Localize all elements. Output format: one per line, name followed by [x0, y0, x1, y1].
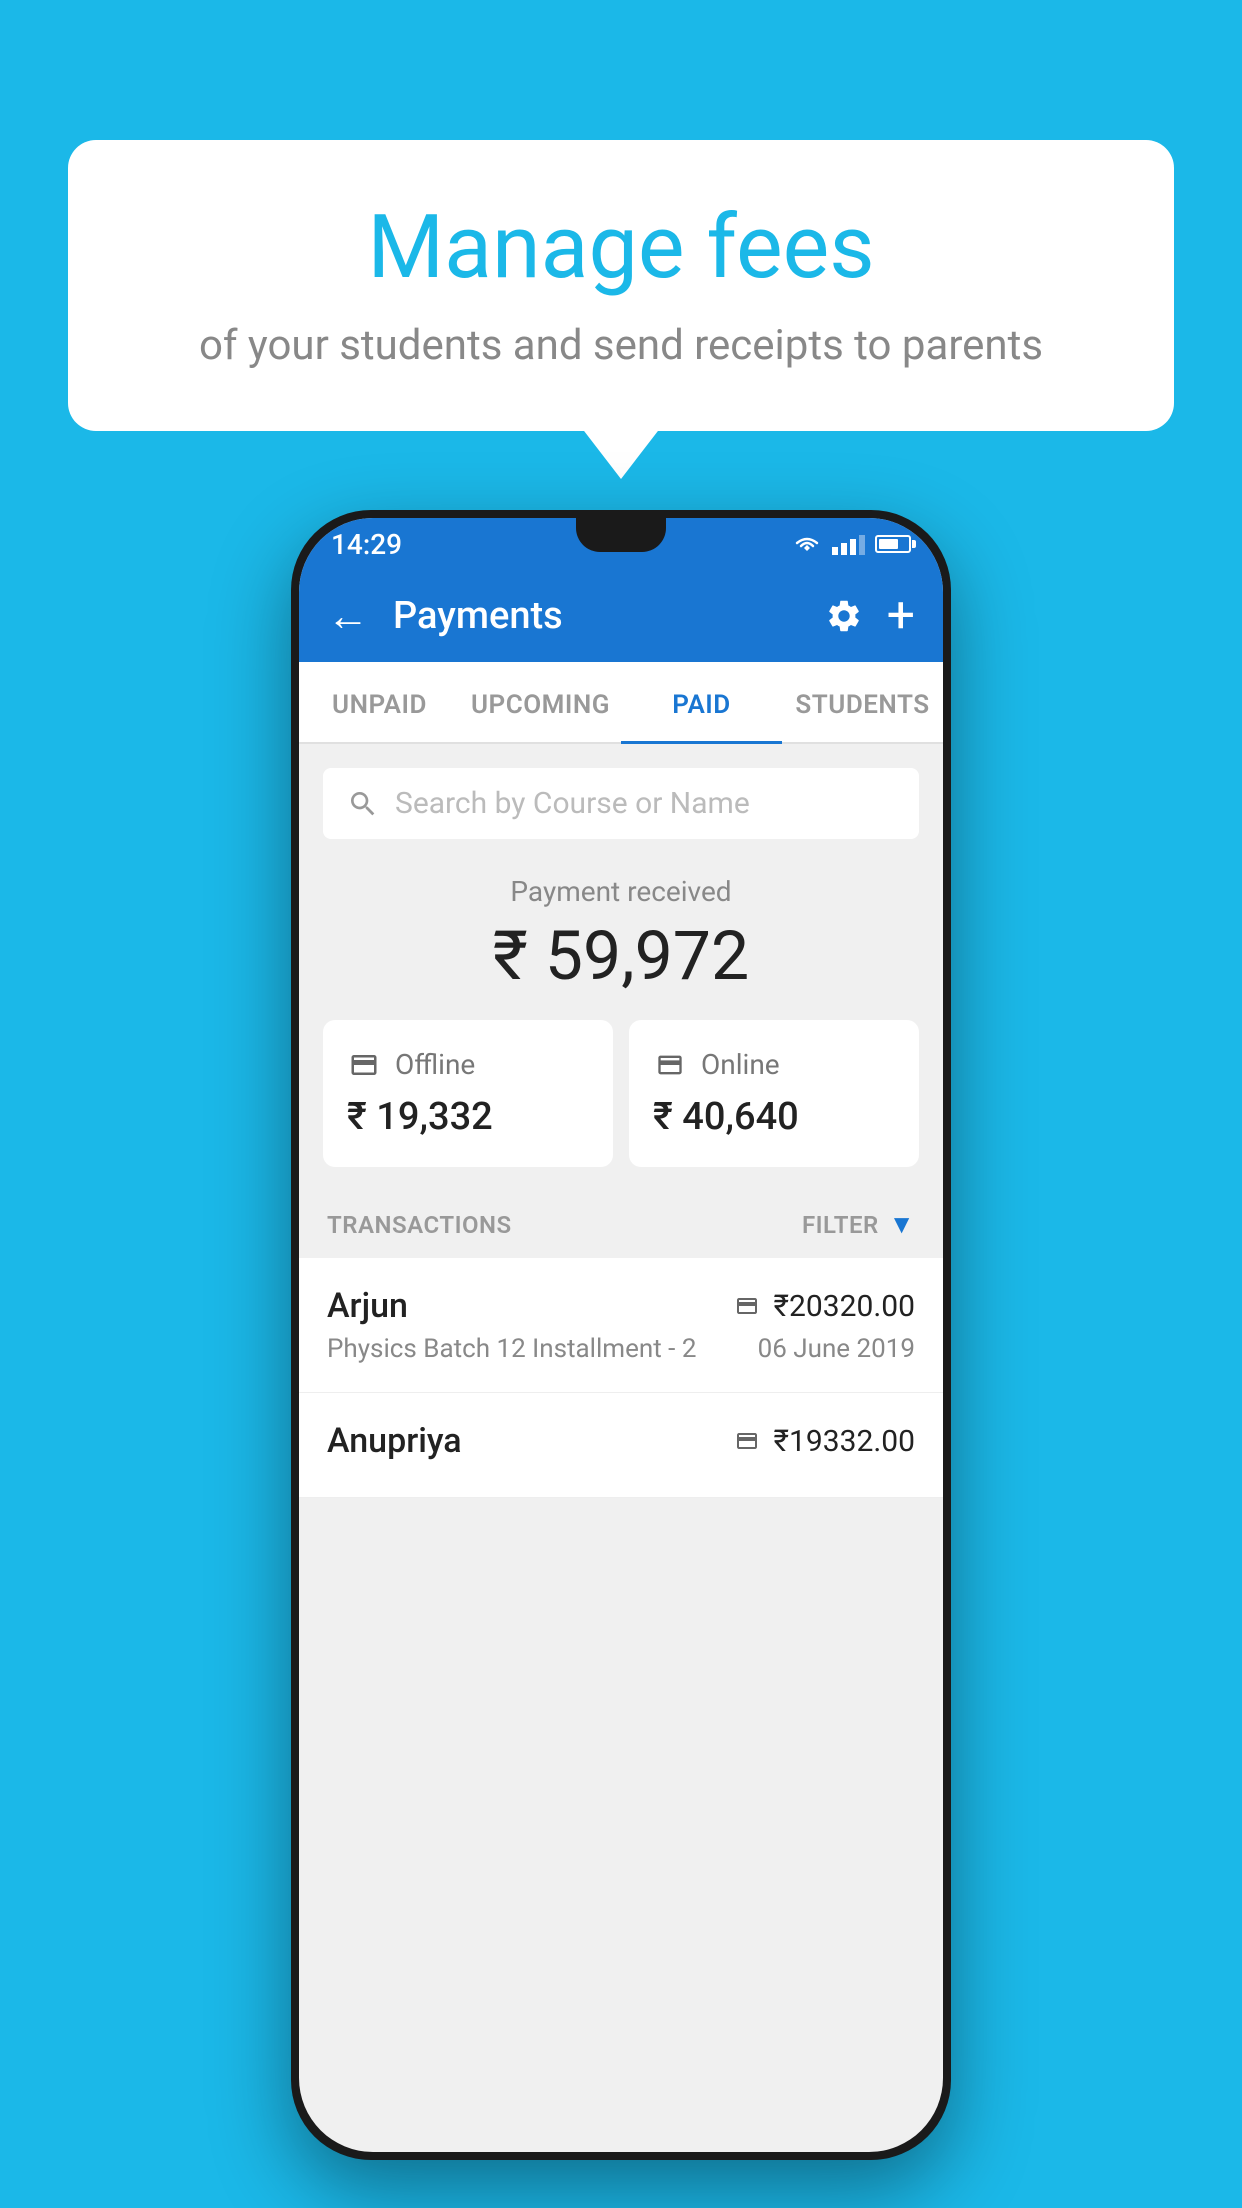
gear-icon [825, 597, 863, 635]
cash-payment-icon [732, 1429, 762, 1453]
speech-bubble-container: Manage fees of your students and send re… [68, 140, 1174, 431]
transaction-name: Anupriya [327, 1421, 462, 1461]
online-amount: ₹ 40,640 [653, 1095, 895, 1139]
signal-icon [832, 533, 865, 555]
battery-icon [875, 535, 911, 553]
add-button[interactable]: + [887, 591, 915, 641]
online-payment-card: Online ₹ 40,640 [629, 1020, 919, 1167]
table-row[interactable]: Arjun ₹20320.00 Physics Batch 12 Install… [299, 1258, 943, 1393]
table-row[interactable]: Anupriya ₹19332.00 [299, 1393, 943, 1498]
speech-bubble-title: Manage fees [128, 200, 1114, 297]
tab-upcoming[interactable]: UPCOMING [460, 662, 621, 742]
status-time: 14:29 [331, 528, 402, 561]
search-bar[interactable]: Search by Course or Name [323, 768, 919, 839]
search-placeholder: Search by Course or Name [395, 786, 750, 821]
payment-received-label: Payment received [323, 875, 919, 908]
cash-icon [347, 1050, 381, 1080]
app-bar: ← Payments + [299, 570, 943, 662]
payment-cards: Offline ₹ 19,332 Online ₹ 40,640 [299, 1020, 943, 1191]
tab-students[interactable]: STUDENTS [782, 662, 943, 742]
app-bar-title: Payments [393, 594, 825, 638]
speech-bubble: Manage fees of your students and send re… [68, 140, 1174, 431]
payment-total-amount: ₹ 59,972 [323, 916, 919, 996]
transaction-list: Arjun ₹20320.00 Physics Batch 12 Install… [299, 1258, 943, 1498]
offline-amount: ₹ 19,332 [347, 1095, 589, 1139]
speech-bubble-subtitle: of your students and send receipts to pa… [128, 317, 1114, 376]
card-payment-icon [732, 1294, 762, 1318]
wifi-icon [792, 533, 822, 555]
transactions-label: TRANSACTIONS [327, 1211, 512, 1239]
transaction-amount: ₹20320.00 [774, 1289, 915, 1324]
transaction-amount: ₹19332.00 [774, 1424, 915, 1459]
status-icons [792, 533, 911, 555]
offline-label: Offline [395, 1048, 475, 1081]
tab-unpaid[interactable]: UNPAID [299, 662, 460, 742]
offline-payment-card: Offline ₹ 19,332 [323, 1020, 613, 1167]
transaction-amount-wrap: ₹19332.00 [732, 1424, 915, 1459]
back-button[interactable]: ← [327, 592, 369, 641]
filter-label: FILTER [802, 1211, 879, 1239]
settings-button[interactable] [825, 597, 863, 635]
online-card-header: Online [653, 1048, 895, 1081]
online-label: Online [701, 1048, 780, 1081]
search-icon [347, 788, 379, 820]
tab-paid[interactable]: PAID [621, 662, 782, 742]
transaction-name: Arjun [327, 1286, 408, 1326]
card-icon [653, 1051, 687, 1079]
transactions-header: TRANSACTIONS FILTER ▼ [299, 1191, 943, 1258]
transaction-row-top: Arjun ₹20320.00 [327, 1286, 915, 1326]
transaction-description: Physics Batch 12 Installment - 2 [327, 1334, 696, 1364]
phone-screen: 14:29 [299, 518, 943, 2152]
main-content: Search by Course or Name Payment receive… [299, 768, 943, 1498]
transaction-amount-wrap: ₹20320.00 [732, 1289, 915, 1324]
transaction-date: 06 June 2019 [758, 1334, 915, 1364]
status-bar: 14:29 [299, 518, 943, 570]
filter-icon: ▼ [889, 1209, 915, 1240]
tabs-bar: UNPAID UPCOMING PAID STUDENTS [299, 662, 943, 744]
app-bar-actions: + [825, 591, 915, 641]
transaction-row-top: Anupriya ₹19332.00 [327, 1421, 915, 1461]
transaction-row-bottom: Physics Batch 12 Installment - 2 06 June… [327, 1334, 915, 1364]
offline-card-header: Offline [347, 1048, 589, 1081]
phone-frame: 14:29 [291, 510, 951, 2160]
filter-button[interactable]: FILTER ▼ [802, 1209, 915, 1240]
notch [576, 518, 666, 552]
payment-summary: Payment received ₹ 59,972 [299, 839, 943, 1020]
